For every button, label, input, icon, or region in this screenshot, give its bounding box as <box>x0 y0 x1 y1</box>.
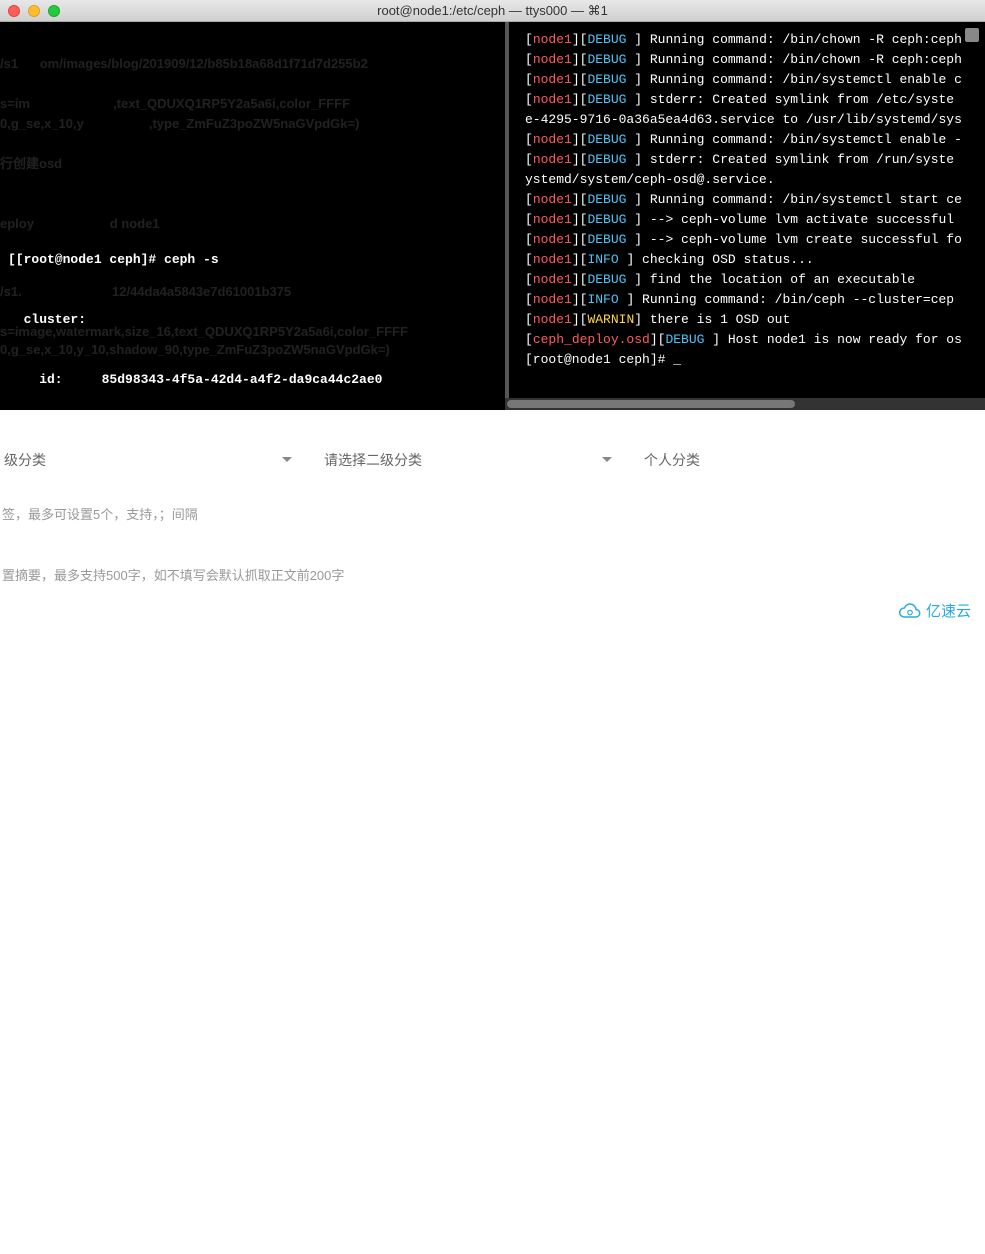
terminal-line: usage: 0 B used, 0 B / 0 B avail <box>8 1090 497 1110</box>
ghost-text: eploy d node1 <box>0 214 160 234</box>
terminal-line: id: 85d98343-4f5a-42d4-a4f2-da9ca44c2ae0 <box>8 370 497 390</box>
terminal-line: objects: 0 objects, 0 B <box>8 1030 497 1050</box>
terminal-line: mgr: no daemons active <box>8 730 497 750</box>
terminal-line: cluster: <box>8 310 497 330</box>
terminal-line: [node1][DEBUG ] Running command: /bin/sy… <box>525 130 977 150</box>
terminal-line: pgs: <box>8 1150 497 1170</box>
terminal-line: [node1][DEBUG ] --> ceph-volume lvm crea… <box>525 230 977 250</box>
scrollbar-thumb[interactable] <box>507 400 795 408</box>
terminal-line: e-4295-9716-0a36a5ea4d63.service to /usr… <box>525 110 977 130</box>
terminal-line: [[root@node1 ceph]# ceph -s <box>8 250 497 270</box>
horizontal-scrollbar[interactable] <box>505 398 985 410</box>
terminal-line: [node1][DEBUG ] Running command: /bin/sy… <box>525 70 977 90</box>
ghost-text: /s1 om/images/blog/201909/12/b85b18a68d1… <box>0 54 368 74</box>
traffic-lights <box>8 5 60 17</box>
ghost-text: /s1. 12/44da4a5843e7d61001b375 <box>0 282 291 302</box>
terminal-line: [node1][WARNIN] there is 1 OSD out <box>525 310 977 330</box>
ghost-text: s=im ,text_QDUXQ1RP5Y2a5a6i,color_FFFF <box>0 94 350 114</box>
terminal-line: [ceph_deploy.osd][DEBUG ] Host node1 is … <box>525 330 977 350</box>
terminal-line: [node1][DEBUG ] Running command: /bin/ch… <box>525 50 977 70</box>
maximize-window-button[interactable] <box>48 5 60 17</box>
scroll-indicator-icon[interactable] <box>965 28 979 42</box>
yisu-cloud-badge[interactable]: 亿速云 <box>892 598 977 623</box>
ghost-text: 0,g_se,x_10,y ,type_ZmFuZ3poZW5naGVpdGk=… <box>0 114 359 134</box>
cloud-icon <box>898 602 922 620</box>
terminal-line: no active mgr <box>8 490 497 510</box>
terminal-line: [node1][INFO ] Running command: /bin/cep… <box>525 290 977 310</box>
personal-category-input[interactable]: 个人分类 <box>642 442 922 478</box>
terminal-line: services: <box>8 610 497 630</box>
badge-label: 亿速云 <box>926 600 971 621</box>
ghost-text: 行创建osd <box>0 154 62 174</box>
terminal-line: [node1][INFO ] checking OSD status... <box>525 250 977 270</box>
terminal-line: [node1][DEBUG ] Running command: /bin/ch… <box>525 30 977 50</box>
terminal-line: mon: 3 daemons, quorum node1,node2,node3 <box>8 670 497 690</box>
terminal-line: ystemd/system/ceph-osd@.service. <box>525 170 977 190</box>
window-titlebar: root@node1:/etc/ceph — ttys000 — ⌘1 <box>0 0 985 22</box>
terminal-line: osd: 9 osds: 9 up, 8 in <box>8 790 497 810</box>
window-title: root@node1:/etc/ceph — ttys000 — ⌘1 <box>377 3 608 19</box>
terminal-line: [node1][DEBUG ] stderr: Created symlink … <box>525 90 977 110</box>
terminal-line: pools: 0 pools, 0 pgs <box>8 970 497 990</box>
terminal-line: health: HEALTH_WARN <box>8 430 497 450</box>
terminal-left-pane[interactable]: /s1 om/images/blog/201909/12/b85b18a68d1… <box>0 22 505 410</box>
terminal-right-pane[interactable]: [node1][DEBUG ] Running command: /bin/ch… <box>505 22 985 410</box>
terminal-line: [node1][DEBUG ] find the location of an … <box>525 270 977 290</box>
terminal-line: [node1][DEBUG ] Running command: /bin/sy… <box>525 190 977 210</box>
terminal-area: /s1 om/images/blog/201909/12/b85b18a68d1… <box>0 22 985 410</box>
terminal-line: [node1][DEBUG ] --> ceph-volume lvm acti… <box>525 210 977 230</box>
terminal-line: [node1][DEBUG ] stderr: Created symlink … <box>525 150 977 170</box>
ghost-text: 0,g_se,x_10,y_10,shadow_90,type_ZmFuZ3po… <box>0 340 390 360</box>
chevron-down-icon <box>602 457 612 462</box>
terminal-line: data: <box>8 910 497 930</box>
minimize-window-button[interactable] <box>28 5 40 17</box>
close-window-button[interactable] <box>8 5 20 17</box>
terminal-prompt: [root@node1 ceph]# _ <box>525 350 977 370</box>
input-placeholder: 个人分类 <box>644 452 700 468</box>
